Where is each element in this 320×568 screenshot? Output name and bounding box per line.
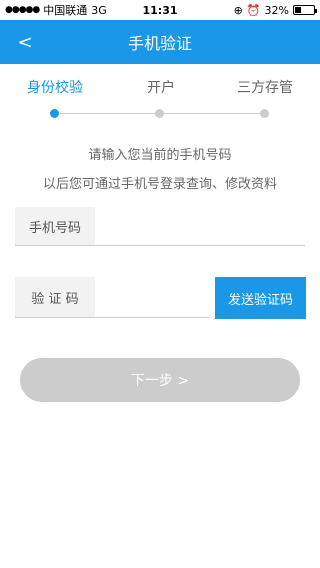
step-label-open-account: 开户 bbox=[147, 80, 175, 96]
page-title: 手机验证 bbox=[127, 34, 192, 53]
step-dot-open-account bbox=[155, 109, 164, 118]
step-dot-identity bbox=[50, 109, 59, 118]
status-bar: ●●●●● 中国联通 3G 11:31 ⊕ ⏰ 32% bbox=[0, 0, 320, 20]
phone-underline bbox=[15, 245, 305, 246]
hint-line-1: 请输入您当前的手机号码 bbox=[88, 148, 232, 163]
step-label-identity: 身份校验 bbox=[27, 80, 83, 96]
step-indicator: 身份校验 开户 三方存管 bbox=[0, 72, 320, 122]
battery-icon bbox=[293, 5, 317, 15]
send-code-button[interactable]: 发送验证码 bbox=[215, 277, 306, 319]
step-connector bbox=[60, 113, 156, 114]
code-underline bbox=[15, 317, 210, 318]
back-icon: < bbox=[17, 31, 33, 53]
code-label: 验 证 码 bbox=[15, 277, 95, 317]
step-connector bbox=[164, 113, 260, 114]
nav-bar: < 手机验证 bbox=[0, 20, 320, 64]
step-dot-third-party bbox=[260, 109, 269, 118]
phone-input[interactable] bbox=[95, 207, 305, 245]
step-label-third-party: 三方存管 bbox=[237, 80, 293, 96]
phone-label: 手机号码 bbox=[15, 207, 95, 245]
hint-line-2: 以后您可通过手机号登录查询、修改资料 bbox=[42, 177, 277, 192]
back-button[interactable]: < bbox=[10, 20, 40, 64]
battery-fill bbox=[295, 7, 301, 13]
code-input[interactable] bbox=[95, 277, 210, 317]
status-time: 11:31 bbox=[142, 3, 178, 17]
next-step-button[interactable]: 下一步 > bbox=[20, 358, 300, 402]
